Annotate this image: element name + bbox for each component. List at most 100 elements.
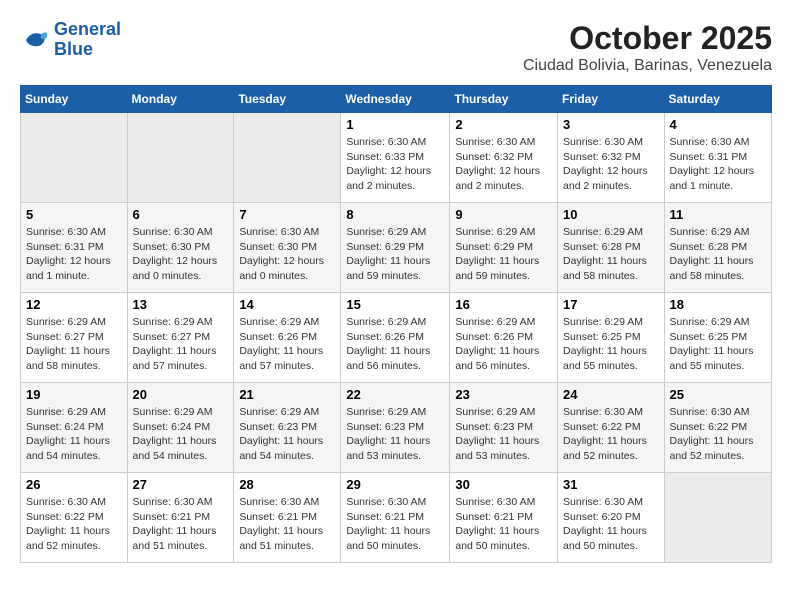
calendar-cell	[234, 113, 341, 203]
day-info: Sunrise: 6:29 AM Sunset: 6:25 PM Dayligh…	[563, 315, 659, 374]
day-number: 19	[26, 387, 122, 402]
day-number: 14	[239, 297, 335, 312]
calendar-cell: 23 Sunrise: 6:29 AM Sunset: 6:23 PM Dayli…	[450, 383, 558, 473]
day-info: Sunrise: 6:30 AM Sunset: 6:30 PM Dayligh…	[239, 225, 335, 284]
day-number: 31	[563, 477, 659, 492]
page-header: General Blue October 2025 Ciudad Bolivia…	[20, 20, 772, 75]
day-info: Sunrise: 6:30 AM Sunset: 6:31 PM Dayligh…	[26, 225, 122, 284]
calendar-cell: 5 Sunrise: 6:30 AM Sunset: 6:31 PM Daylig…	[21, 203, 128, 293]
logo-text: General Blue	[54, 20, 121, 60]
day-number: 26	[26, 477, 122, 492]
day-number: 4	[670, 117, 766, 132]
day-number: 6	[133, 207, 229, 222]
calendar-cell: 22 Sunrise: 6:29 AM Sunset: 6:23 PM Dayli…	[341, 383, 450, 473]
day-number: 9	[455, 207, 552, 222]
day-info: Sunrise: 6:30 AM Sunset: 6:22 PM Dayligh…	[670, 405, 766, 464]
calendar-cell: 11 Sunrise: 6:29 AM Sunset: 6:28 PM Dayli…	[664, 203, 771, 293]
calendar-cell: 9 Sunrise: 6:29 AM Sunset: 6:29 PM Daylig…	[450, 203, 558, 293]
calendar-cell: 24Sunrise: 6:30 AM Sunset: 6:22 PM Dayli…	[558, 383, 665, 473]
calendar-cell: 16Sunrise: 6:29 AM Sunset: 6:26 PM Dayli…	[450, 293, 558, 383]
calendar-cell: 18 Sunrise: 6:29 AM Sunset: 6:25 PM Dayli…	[664, 293, 771, 383]
day-number: 22	[346, 387, 444, 402]
calendar-cell: 30 Sunrise: 6:30 AM Sunset: 6:21 PM Dayli…	[450, 473, 558, 563]
location-subtitle: Ciudad Bolivia, Barinas, Venezuela	[523, 57, 772, 75]
calendar-body: 1 Sunrise: 6:30 AM Sunset: 6:33 PM Daylig…	[21, 113, 772, 563]
calendar-week-row: 12 Sunrise: 6:29 AM Sunset: 6:27 PM Dayli…	[21, 293, 772, 383]
calendar-cell: 19 Sunrise: 6:29 AM Sunset: 6:24 PM Dayli…	[21, 383, 128, 473]
weekday-header: Friday	[558, 86, 665, 113]
calendar-week-row: 1 Sunrise: 6:30 AM Sunset: 6:33 PM Daylig…	[21, 113, 772, 203]
day-number: 1	[346, 117, 444, 132]
calendar-week-row: 19 Sunrise: 6:29 AM Sunset: 6:24 PM Dayli…	[21, 383, 772, 473]
day-number: 27	[133, 477, 229, 492]
day-info: Sunrise: 6:30 AM Sunset: 6:21 PM Dayligh…	[133, 495, 229, 554]
calendar-cell	[127, 113, 234, 203]
day-number: 18	[670, 297, 766, 312]
calendar-header: SundayMondayTuesdayWednesdayThursdayFrid…	[21, 86, 772, 113]
calendar-cell: 7 Sunrise: 6:30 AM Sunset: 6:30 PM Daylig…	[234, 203, 341, 293]
calendar-cell: 27 Sunrise: 6:30 AM Sunset: 6:21 PM Dayli…	[127, 473, 234, 563]
day-number: 12	[26, 297, 122, 312]
day-number: 29	[346, 477, 444, 492]
calendar-table: SundayMondayTuesdayWednesdayThursdayFrid…	[20, 85, 772, 563]
calendar-cell	[21, 113, 128, 203]
day-number: 7	[239, 207, 335, 222]
logo: General Blue	[20, 20, 121, 60]
day-info: Sunrise: 6:29 AM Sunset: 6:24 PM Dayligh…	[26, 405, 122, 464]
month-title: October 2025	[523, 20, 772, 57]
day-number: 11	[670, 207, 766, 222]
day-info: Sunrise: 6:30 AM Sunset: 6:31 PM Dayligh…	[670, 135, 766, 194]
day-info: Sunrise: 6:30 AM Sunset: 6:22 PM Dayligh…	[26, 495, 122, 554]
title-area: October 2025 Ciudad Bolivia, Barinas, Ve…	[523, 20, 772, 75]
day-info: Sunrise: 6:29 AM Sunset: 6:23 PM Dayligh…	[346, 405, 444, 464]
calendar-cell: 15Sunrise: 6:29 AM Sunset: 6:26 PM Dayli…	[341, 293, 450, 383]
calendar-cell: 28Sunrise: 6:30 AM Sunset: 6:21 PM Dayli…	[234, 473, 341, 563]
calendar-cell: 1 Sunrise: 6:30 AM Sunset: 6:33 PM Daylig…	[341, 113, 450, 203]
day-info: Sunrise: 6:29 AM Sunset: 6:25 PM Dayligh…	[670, 315, 766, 374]
logo-icon	[20, 25, 50, 55]
weekday-header: Sunday	[21, 86, 128, 113]
day-number: 23	[455, 387, 552, 402]
day-info: Sunrise: 6:29 AM Sunset: 6:27 PM Dayligh…	[133, 315, 229, 374]
day-info: Sunrise: 6:30 AM Sunset: 6:21 PM Dayligh…	[346, 495, 444, 554]
day-info: Sunrise: 6:29 AM Sunset: 6:28 PM Dayligh…	[563, 225, 659, 284]
calendar-cell: 21 Sunrise: 6:29 AM Sunset: 6:23 PM Dayli…	[234, 383, 341, 473]
calendar-week-row: 26 Sunrise: 6:30 AM Sunset: 6:22 PM Dayli…	[21, 473, 772, 563]
calendar-cell	[664, 473, 771, 563]
day-info: Sunrise: 6:30 AM Sunset: 6:22 PM Dayligh…	[563, 405, 659, 464]
day-number: 21	[239, 387, 335, 402]
day-info: Sunrise: 6:29 AM Sunset: 6:23 PM Dayligh…	[455, 405, 552, 464]
calendar-cell: 26 Sunrise: 6:30 AM Sunset: 6:22 PM Dayli…	[21, 473, 128, 563]
day-number: 25	[670, 387, 766, 402]
day-info: Sunrise: 6:29 AM Sunset: 6:28 PM Dayligh…	[670, 225, 766, 284]
calendar-cell: 31Sunrise: 6:30 AM Sunset: 6:20 PM Dayli…	[558, 473, 665, 563]
day-info: Sunrise: 6:29 AM Sunset: 6:24 PM Dayligh…	[133, 405, 229, 464]
day-info: Sunrise: 6:30 AM Sunset: 6:30 PM Dayligh…	[133, 225, 229, 284]
day-number: 13	[133, 297, 229, 312]
calendar-cell: 8Sunrise: 6:29 AM Sunset: 6:29 PM Daylig…	[341, 203, 450, 293]
day-number: 8	[346, 207, 444, 222]
day-info: Sunrise: 6:30 AM Sunset: 6:21 PM Dayligh…	[455, 495, 552, 554]
day-info: Sunrise: 6:29 AM Sunset: 6:27 PM Dayligh…	[26, 315, 122, 374]
calendar-cell: 14 Sunrise: 6:29 AM Sunset: 6:26 PM Dayli…	[234, 293, 341, 383]
day-info: Sunrise: 6:30 AM Sunset: 6:21 PM Dayligh…	[239, 495, 335, 554]
day-number: 5	[26, 207, 122, 222]
calendar-cell: 20 Sunrise: 6:29 AM Sunset: 6:24 PM Dayli…	[127, 383, 234, 473]
calendar-cell: 6 Sunrise: 6:30 AM Sunset: 6:30 PM Daylig…	[127, 203, 234, 293]
day-number: 20	[133, 387, 229, 402]
day-info: Sunrise: 6:30 AM Sunset: 6:33 PM Dayligh…	[346, 135, 444, 194]
day-number: 16	[455, 297, 552, 312]
day-number: 30	[455, 477, 552, 492]
calendar-cell: 4 Sunrise: 6:30 AM Sunset: 6:31 PM Daylig…	[664, 113, 771, 203]
day-info: Sunrise: 6:29 AM Sunset: 6:23 PM Dayligh…	[239, 405, 335, 464]
weekday-header: Monday	[127, 86, 234, 113]
weekday-header: Wednesday	[341, 86, 450, 113]
day-info: Sunrise: 6:29 AM Sunset: 6:29 PM Dayligh…	[455, 225, 552, 284]
calendar-cell: 25 Sunrise: 6:30 AM Sunset: 6:22 PM Dayli…	[664, 383, 771, 473]
day-number: 2	[455, 117, 552, 132]
day-info: Sunrise: 6:29 AM Sunset: 6:26 PM Dayligh…	[239, 315, 335, 374]
weekday-header: Thursday	[450, 86, 558, 113]
calendar-cell: 12 Sunrise: 6:29 AM Sunset: 6:27 PM Dayli…	[21, 293, 128, 383]
calendar-cell: 10Sunrise: 6:29 AM Sunset: 6:28 PM Dayli…	[558, 203, 665, 293]
calendar-cell: 29 Sunrise: 6:30 AM Sunset: 6:21 PM Dayli…	[341, 473, 450, 563]
